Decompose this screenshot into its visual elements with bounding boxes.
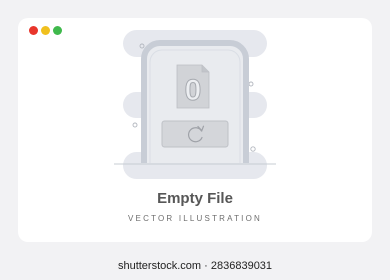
watermark-text: shutterstock.com · 2836839031	[117, 260, 273, 272]
file-icon: 0	[176, 64, 210, 109]
refresh-button	[161, 120, 229, 148]
page-subtitle: VECTOR ILLUSTRATION	[128, 214, 262, 223]
file-zero-glyph: 0	[185, 74, 202, 107]
empty-file-illustration: 0	[114, 30, 276, 179]
page-title: Empty File	[157, 190, 233, 207]
card-window: 0 Empty File VECTOR ILLUSTRATION	[18, 18, 372, 242]
